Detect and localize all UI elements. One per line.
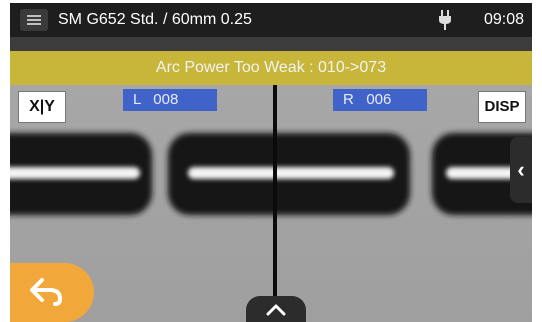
right-readout: R 006 [333, 89, 427, 111]
bottom-panel-tab[interactable] [246, 296, 306, 322]
back-arrow-icon [30, 278, 63, 306]
clock: 09:08 [484, 11, 525, 28]
status-bar: SM G652 Std. / 60mm 0.25 09:08 [10, 3, 532, 37]
side-panel-tab[interactable]: ‹ [510, 137, 532, 203]
plug-icon [439, 10, 451, 30]
back-button[interactable] [10, 263, 94, 322]
menu-icon[interactable] [20, 9, 48, 31]
xy-toggle-button[interactable]: X|Y [18, 91, 66, 123]
left-readout: L 008 [123, 89, 217, 111]
chevron-up-icon [266, 304, 286, 316]
status-subbar [10, 37, 532, 51]
splicer-screen: SM G652 Std. / 60mm 0.25 09:08 Arc Power… [10, 3, 532, 322]
warning-banner: Arc Power Too Weak : 010->073 [10, 51, 532, 85]
display-button[interactable]: DISP [478, 91, 526, 123]
program-title: SM G652 Std. / 60mm 0.25 [58, 11, 252, 28]
